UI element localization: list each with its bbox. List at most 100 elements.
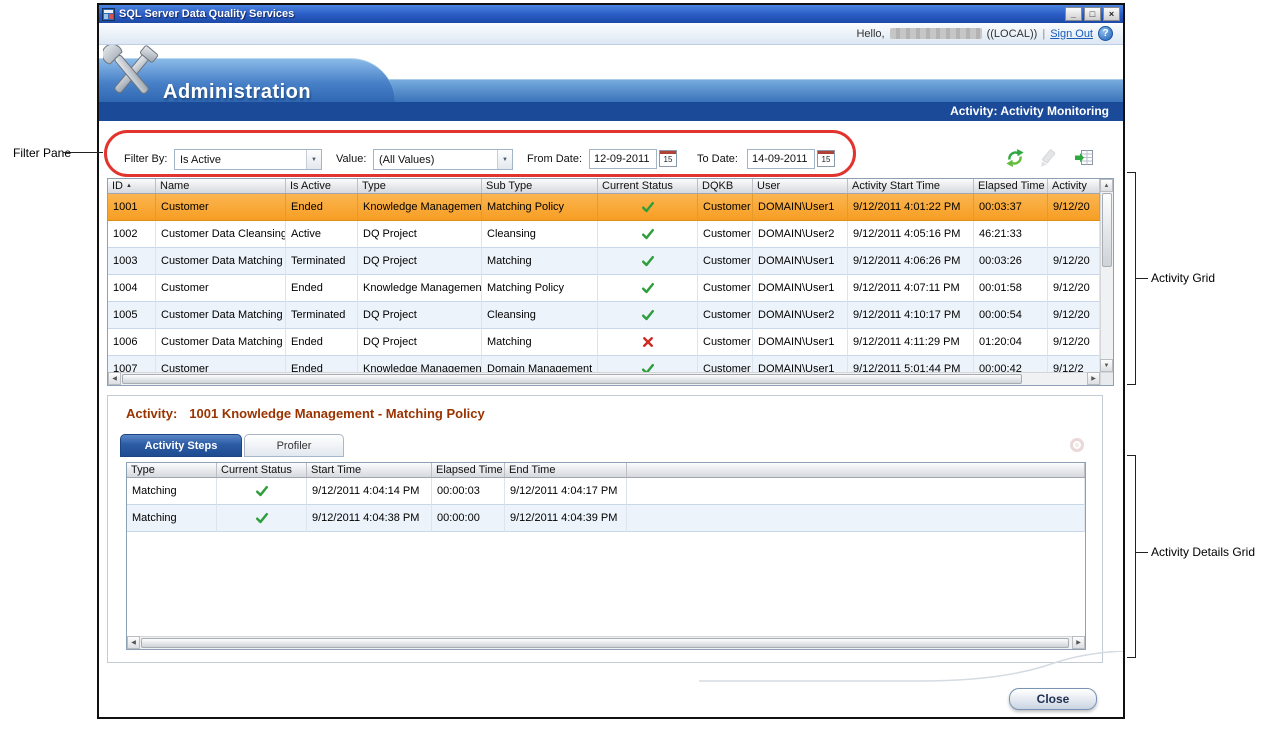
column-header-start-time[interactable]: Start Time (307, 463, 432, 477)
column-header-end-time[interactable]: End Time (505, 463, 627, 477)
cell-end_time: 9/12/20 (1048, 302, 1100, 329)
annotation-activity-details-grid-bracket (1135, 455, 1136, 658)
cell-type: DQ Project (358, 221, 482, 248)
username-redacted (890, 28, 982, 39)
vertical-scroll-thumb[interactable] (1102, 193, 1112, 267)
chevron-down-icon: ▼ (497, 150, 512, 169)
cell-dqkb: Customer (698, 248, 753, 275)
value-dropdown[interactable]: (All Values) ▼ (373, 149, 513, 170)
activity-row-1006[interactable]: 1006Customer Data MatchingEndedDQ Projec… (108, 329, 1100, 356)
cell-sub_type: Matching Policy (482, 194, 598, 221)
footer-swoosh (99, 651, 1123, 687)
from-date-input[interactable] (589, 149, 657, 169)
cell-start_time: 9/12/2011 4:06:26 PM (848, 248, 974, 275)
cell-elapsed: 00:03:26 (974, 248, 1048, 275)
activity-row-1007[interactable]: 1007CustomerEndedKnowledge ManagementDom… (108, 356, 1100, 372)
status-ok-check-icon (641, 281, 655, 295)
activity-grid-rows: 1001CustomerEndedKnowledge ManagementMat… (108, 194, 1100, 372)
scroll-up-button[interactable]: ▲ (1100, 179, 1113, 192)
calendar-day: 15 (660, 154, 676, 166)
cell-filler (627, 478, 1085, 505)
status-ok-check-icon (255, 511, 269, 525)
annotation-activity-grid-label: Activity Grid (1151, 271, 1215, 285)
cell-elapsed: 01:20:04 (974, 329, 1048, 356)
details-grid-header: TypeCurrent StatusStart TimeElapsed Time… (127, 463, 1085, 478)
horizontal-scroll-thumb[interactable] (122, 374, 1022, 384)
status-ok-check-icon (641, 254, 655, 268)
column-header-elapsed-time[interactable]: Elapsed Time (974, 179, 1048, 193)
column-header-name[interactable]: Name (156, 179, 286, 193)
column-header-type[interactable]: Type (358, 179, 482, 193)
local-label: ((LOCAL)) (987, 28, 1038, 40)
close-window-button[interactable]: × (1103, 7, 1120, 21)
scroll-right-button[interactable]: ▶ (1087, 372, 1100, 385)
details-heading-value: 1001 Knowledge Management - Matching Pol… (189, 406, 484, 421)
cell-type: Matching (127, 478, 217, 505)
minimize-button[interactable]: _ (1065, 7, 1082, 21)
status-ok-check-icon (641, 308, 655, 322)
column-header-is-active[interactable]: Is Active (286, 179, 358, 193)
annotation-bracket-tick (1127, 657, 1136, 658)
to-date-calendar-icon[interactable]: 15 (817, 150, 835, 167)
tab-activity-steps[interactable]: Activity Steps (120, 434, 242, 457)
cell-user: DOMAIN\User2 (753, 302, 848, 329)
activity-grid-horizontal-scrollbar[interactable]: ◀ ▶ (108, 372, 1100, 385)
banner: Activity: Activity Monitoring Administra… (99, 45, 1123, 121)
cell-elapsed: 00:00:00 (432, 505, 505, 532)
cell-id: 1004 (108, 275, 156, 302)
column-header-id[interactable]: ID▲ (108, 179, 156, 193)
cell-name: Customer (156, 194, 286, 221)
column-header-current-status[interactable]: Current Status (598, 179, 698, 193)
column-header-activity-start-time[interactable]: Activity Start Time (848, 179, 974, 193)
refresh-button[interactable] (1004, 147, 1026, 169)
activity-row-1001[interactable]: 1001CustomerEndedKnowledge ManagementMat… (108, 194, 1100, 221)
activity-grid-header: ID▲NameIs ActiveTypeSub TypeCurrent Stat… (108, 179, 1100, 194)
cell-user: DOMAIN\User2 (753, 221, 848, 248)
scroll-left-button[interactable]: ◀ (127, 636, 140, 649)
column-header-current-status[interactable]: Current Status (217, 463, 307, 477)
horizontal-scroll-thumb[interactable] (141, 638, 1069, 648)
session-bar: Hello, ((LOCAL)) | Sign Out ? (99, 23, 1123, 45)
cell-sub_type: Matching (482, 329, 598, 356)
cell-type: Knowledge Management (358, 275, 482, 302)
column-header-elapsed-time[interactable]: Elapsed Time (432, 463, 505, 477)
to-date-input[interactable] (747, 149, 815, 169)
export-button[interactable] (1073, 147, 1095, 169)
help-icon[interactable]: ? (1098, 26, 1113, 41)
maximize-button[interactable]: □ (1084, 7, 1101, 21)
scroll-down-button[interactable]: ▼ (1100, 359, 1113, 372)
activity-row-1003[interactable]: 1003Customer Data MatchingTerminatedDQ P… (108, 248, 1100, 275)
cell-end_time: 9/12/20 (1048, 275, 1100, 302)
cell-start_time: 9/12/2011 4:10:17 PM (848, 302, 974, 329)
column-header-type[interactable]: Type (127, 463, 217, 477)
column-header-user[interactable]: User (753, 179, 848, 193)
tools-icon (103, 45, 161, 105)
close-button[interactable]: Close (1009, 688, 1097, 710)
activity-grid-vertical-scrollbar[interactable]: ▲ ▼ (1100, 179, 1113, 372)
status-ok-icon (598, 221, 698, 248)
status-ok-icon (598, 194, 698, 221)
cell-elapsed: 00:00:54 (974, 302, 1048, 329)
activity-row-1005[interactable]: 1005Customer Data MatchingTerminatedDQ P… (108, 302, 1100, 329)
from-date-calendar-icon[interactable]: 15 (659, 150, 677, 167)
column-header-dqkb[interactable]: DQKB (698, 179, 753, 193)
cell-dqkb: Customer (698, 356, 753, 372)
activity-details-panel: Activity:1001 Knowledge Management - Mat… (107, 395, 1103, 663)
column-header-activity[interactable]: Activity (1048, 179, 1100, 193)
activity-step-row[interactable]: Matching9/12/2011 4:04:14 PM00:00:039/12… (127, 478, 1085, 505)
tab-profiler[interactable]: Profiler (244, 434, 344, 457)
cell-sub_type: Cleansing (482, 302, 598, 329)
sign-out-link[interactable]: Sign Out (1050, 28, 1093, 40)
column-header-sub-type[interactable]: Sub Type (482, 179, 598, 193)
scroll-right-button[interactable]: ▶ (1072, 636, 1085, 649)
cell-user: DOMAIN\User1 (753, 275, 848, 302)
filter-by-dropdown[interactable]: Is Active ▼ (174, 149, 322, 170)
activity-step-row[interactable]: Matching9/12/2011 4:04:38 PM00:00:009/12… (127, 505, 1085, 532)
activity-row-1004[interactable]: 1004CustomerEndedKnowledge ManagementMat… (108, 275, 1100, 302)
cell-dqkb: Customer (698, 302, 753, 329)
to-date-label: To Date: (697, 153, 738, 165)
cell-name: Customer Data Matching (156, 248, 286, 275)
details-grid-horizontal-scrollbar[interactable]: ◀ ▶ (127, 636, 1085, 649)
scroll-left-button[interactable]: ◀ (108, 372, 121, 385)
activity-row-1002[interactable]: 1002Customer Data CleansingActiveDQ Proj… (108, 221, 1100, 248)
